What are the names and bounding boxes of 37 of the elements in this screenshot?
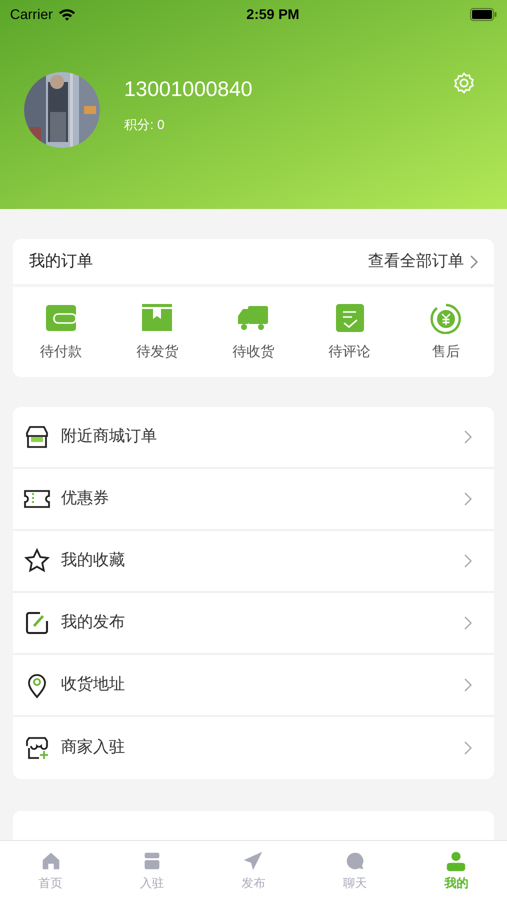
settings-icon[interactable] xyxy=(452,72,476,96)
shop-plus-icon xyxy=(23,734,51,762)
menu-item[interactable]: 我的发布 xyxy=(13,593,494,655)
user-icon xyxy=(445,850,468,872)
menu-item[interactable]: 附近商城订单 xyxy=(13,407,494,469)
order-status-button[interactable]: 待发货 xyxy=(109,287,206,377)
menu-item[interactable]: 商家入驻 xyxy=(13,717,494,779)
paper-plane-icon xyxy=(242,850,264,872)
chevron-icon xyxy=(464,616,472,630)
order-status-button[interactable]: 待评论 xyxy=(302,287,398,377)
edit-icon xyxy=(23,609,51,637)
chevron-icon xyxy=(464,678,472,692)
order-status-button[interactable]: 待付款 xyxy=(13,287,110,377)
battery-icon xyxy=(470,8,497,20)
box-icon xyxy=(141,302,174,334)
phone-number: 13001000840 xyxy=(124,77,254,103)
menu-item[interactable]: 收货地址 xyxy=(13,655,494,717)
section-title: 我的订单 xyxy=(29,252,94,272)
view-all-orders-link[interactable]: 查看全部订单 xyxy=(368,250,478,274)
star-icon xyxy=(23,547,51,575)
order-status-button[interactable]: 待收货 xyxy=(205,287,302,377)
chevron-icon xyxy=(464,492,472,506)
chevron-icon xyxy=(464,554,472,568)
chevron-icon xyxy=(464,430,472,444)
store-icon xyxy=(23,423,51,451)
menu-item[interactable]: 我的收藏 xyxy=(13,531,494,593)
wallet-icon xyxy=(45,302,78,334)
chevron-icon xyxy=(470,254,478,268)
refund-icon xyxy=(430,302,462,334)
menu-item[interactable]: 优惠券 xyxy=(13,469,494,531)
carrier-label: Carrier xyxy=(10,4,53,24)
order-status-button[interactable]: 售后 xyxy=(398,287,494,377)
wifi-icon xyxy=(58,8,76,20)
clock-time: 2:59 PM xyxy=(246,4,300,24)
review-icon xyxy=(334,302,366,334)
points-label: 积分: 0 xyxy=(124,116,166,134)
chevron-icon xyxy=(464,741,472,755)
